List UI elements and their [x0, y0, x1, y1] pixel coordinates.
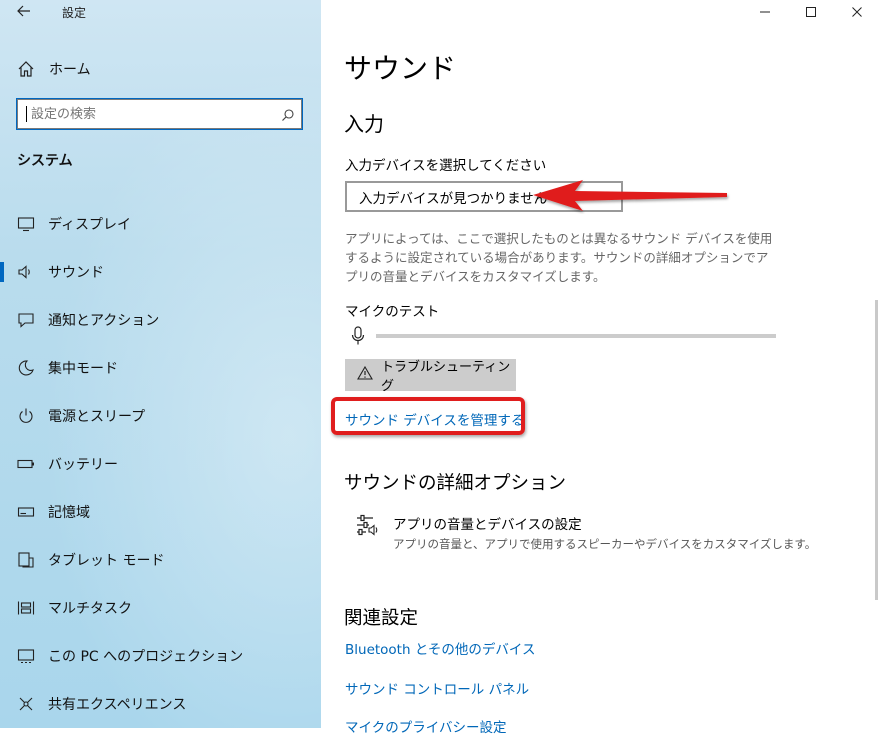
troubleshoot-button[interactable]: トラブルシューティング	[345, 359, 516, 394]
power-icon	[16, 406, 36, 426]
sidebar-item-label: マルチタスク	[48, 601, 132, 617]
scrollbar[interactable]	[875, 300, 878, 600]
sidebar-item-battery[interactable]: バッテリー	[0, 440, 321, 488]
mic-level-bar	[376, 334, 776, 338]
close-button[interactable]	[834, 0, 880, 24]
app-volume-text: アプリの音量とデバイスの設定 アプリの音量と、アプリで使用するスピーカーやデバイ…	[393, 513, 816, 552]
maximize-icon	[806, 7, 816, 17]
sound-control-panel-link[interactable]: サウンド コントロール パネル	[345, 678, 529, 698]
moon-icon	[16, 358, 36, 378]
home-icon	[16, 59, 36, 79]
battery-icon	[16, 454, 36, 474]
text-caret	[26, 106, 27, 122]
input-device-value: 入力デバイスが見つかりません	[359, 190, 548, 207]
back-button[interactable]	[10, 2, 38, 22]
sidebar-item-label: バッテリー	[48, 457, 118, 473]
sidebar-item-label: この PC へのプロジェクション	[48, 649, 244, 665]
titlebar: 設定	[0, 0, 321, 26]
maximize-button[interactable]	[788, 0, 834, 24]
sidebar-item-label: 通知とアクション	[48, 313, 160, 329]
notification-icon	[16, 310, 36, 330]
sidebar-item-sound[interactable]: サウンド	[0, 248, 321, 296]
sidebar-item-power[interactable]: 電源とスリープ	[0, 392, 321, 440]
sidebar-item-tablet[interactable]: タブレット モード	[0, 536, 321, 584]
mic-privacy-link[interactable]: マイクのプライバシー設定	[345, 716, 506, 736]
tablet-icon	[16, 550, 36, 570]
sidebar-item-display[interactable]: ディスプレイ	[0, 200, 321, 248]
page-title: サウンド	[344, 52, 457, 85]
troubleshoot-label: トラブルシューティング	[381, 360, 511, 394]
storage-icon	[16, 502, 36, 522]
section-label-system: システム	[17, 153, 73, 169]
arrow-left-icon	[17, 5, 30, 17]
sidebar-item-label: サウンド	[48, 265, 104, 281]
mixer-icon	[355, 513, 381, 552]
bluetooth-devices-link[interactable]: Bluetooth とその他のデバイス	[345, 638, 536, 658]
close-icon	[852, 7, 862, 17]
minimize-icon	[760, 11, 770, 13]
search-icon[interactable]	[281, 107, 295, 126]
sidebar-item-label: ディスプレイ	[48, 217, 132, 233]
sidebar-item-label: 電源とスリープ	[48, 409, 146, 425]
share-icon	[16, 694, 36, 714]
speaker-icon	[16, 262, 36, 282]
search-input[interactable]	[29, 105, 273, 123]
microphone-icon	[351, 326, 365, 350]
sidebar-item-projection[interactable]: この PC へのプロジェクション	[0, 632, 321, 680]
related-settings-heading: 関連設定	[344, 608, 419, 629]
mic-test-label: マイクのテスト	[345, 304, 440, 320]
sidebar-item-label: 集中モード	[48, 361, 118, 377]
main-panel: サウンド 入力 入力デバイスを選択してください 入力デバイスが見つかりません ア…	[321, 0, 880, 736]
search-box[interactable]	[16, 98, 303, 130]
input-heading: 入力	[344, 112, 384, 136]
advanced-options-heading: サウンドの詳細オプション	[344, 473, 567, 494]
annotation-arrow	[533, 180, 727, 211]
app-volume-settings-item[interactable]: アプリの音量とデバイスの設定 アプリの音量と、アプリで使用するスピーカーやデバイ…	[355, 513, 816, 552]
sidebar-item-label: タブレット モード	[48, 553, 165, 569]
sidebar-item-label: 記憶域	[48, 505, 90, 521]
description-text: アプリによっては、ここで選択したものとは異なるサウンド デバイスを使用するように…	[345, 231, 773, 284]
app-title: 設定	[62, 6, 87, 20]
window-controls	[742, 0, 880, 24]
sidebar-item-focus[interactable]: 集中モード	[0, 344, 321, 392]
minimize-button[interactable]	[742, 0, 788, 24]
sidebar-item-multitask[interactable]: マルチタスク	[0, 584, 321, 632]
multitask-icon	[16, 598, 36, 618]
sidebar-item-notifications[interactable]: 通知とアクション	[0, 296, 321, 344]
nav-home-label: ホーム	[49, 62, 91, 78]
app-volume-subtitle: アプリの音量と、アプリで使用するスピーカーやデバイスをカスタマイズします。	[393, 537, 817, 551]
input-device-label: 入力デバイスを選択してください	[345, 158, 547, 174]
warning-icon	[357, 365, 373, 384]
sidebar: 設定 ホーム システム ディスプレイ サウンド	[0, 0, 321, 728]
sidebar-item-storage[interactable]: 記憶域	[0, 488, 321, 536]
nav-home[interactable]: ホーム	[12, 56, 302, 82]
sidebar-item-label: 共有エクスペリエンス	[48, 697, 187, 713]
app-volume-title: アプリの音量とデバイスの設定	[393, 517, 582, 533]
annotation-highlight-box	[331, 397, 525, 435]
nav-list: ディスプレイ サウンド 通知とアクション 集中モード 電源とスリープ バッテリー…	[0, 200, 321, 728]
projection-icon	[16, 646, 36, 666]
sidebar-item-shared[interactable]: 共有エクスペリエンス	[0, 680, 321, 728]
display-icon	[16, 214, 36, 234]
